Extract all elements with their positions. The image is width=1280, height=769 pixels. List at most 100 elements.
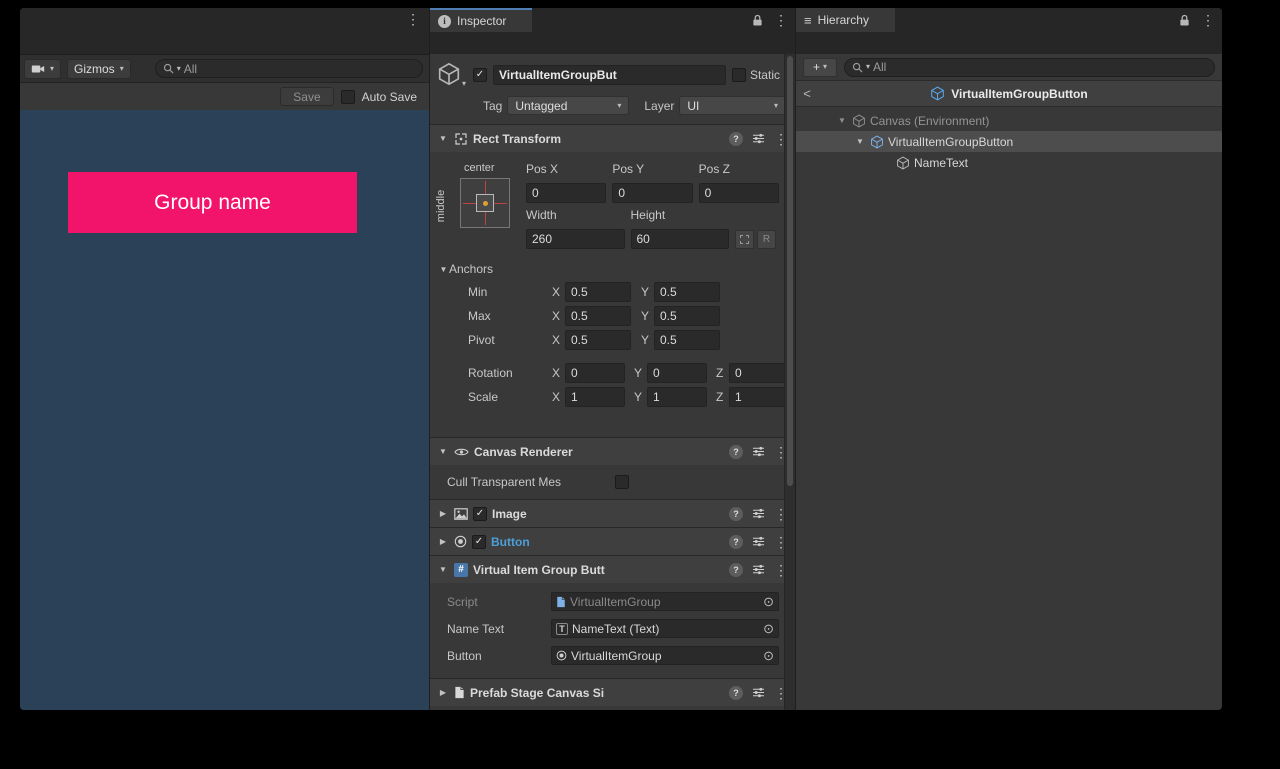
scrollbar-thumb[interactable] bbox=[787, 56, 793, 486]
chevron-down-icon: ▾ bbox=[617, 102, 621, 110]
width-field[interactable] bbox=[526, 229, 625, 249]
object-picker-icon[interactable]: ⊙ bbox=[763, 595, 774, 608]
height-field[interactable] bbox=[631, 229, 730, 249]
script-component-header[interactable]: ▼ # Virtual Item Group Butt ? ⋮ bbox=[430, 556, 795, 583]
pos-x-field[interactable] bbox=[526, 183, 606, 203]
object-name-field[interactable] bbox=[493, 65, 726, 85]
button-enabled-checkbox[interactable]: ✓ bbox=[472, 535, 486, 549]
rect-transform-header[interactable]: ▼ Rect Transform ? ⋮ bbox=[430, 125, 795, 152]
scene-search-input[interactable]: ▾ All bbox=[155, 59, 423, 78]
hierarchy-menu-kebab-icon[interactable]: ⋮ bbox=[1201, 13, 1215, 27]
rotation-x-field[interactable] bbox=[565, 363, 625, 383]
scale-x-field[interactable] bbox=[565, 387, 625, 407]
scale-z-field[interactable] bbox=[729, 387, 789, 407]
y-axis-label: Y bbox=[641, 333, 654, 347]
tab-hierarchy[interactable]: ≡ Hierarchy bbox=[796, 8, 895, 32]
active-checkbox[interactable]: ✓ bbox=[473, 68, 487, 82]
canvas-renderer-header[interactable]: ▼ Canvas Renderer ? ⋮ bbox=[430, 438, 795, 465]
inspector-header: ▾ ✓ ✓ Static ▾ Tag Untagged ▾ Layer UI bbox=[430, 54, 795, 124]
image-enabled-checkbox[interactable]: ✓ bbox=[473, 507, 487, 521]
presets-icon[interactable] bbox=[752, 687, 765, 698]
foldout-open-icon[interactable]: ▼ bbox=[836, 116, 848, 125]
anchor-min-y-field[interactable] bbox=[654, 282, 720, 302]
prefab-stage-header[interactable]: ▶ Prefab Stage Canvas Si ? ⋮ bbox=[430, 679, 795, 706]
pivot-x-field[interactable] bbox=[565, 330, 631, 350]
prefab-root-title[interactable]: VirtualItemGroupButton bbox=[796, 86, 1222, 101]
help-icon[interactable]: ? bbox=[729, 563, 743, 577]
inspector-menu-kebab-icon[interactable]: ⋮ bbox=[774, 13, 788, 27]
name-text-object-field[interactable]: T NameText (Text) ⊙ bbox=[551, 619, 779, 638]
lock-icon[interactable] bbox=[752, 14, 763, 27]
cull-transparent-mesh-checkbox[interactable]: ✓ bbox=[615, 475, 629, 489]
presets-icon[interactable] bbox=[752, 564, 765, 575]
hierarchy-row-virtualitemgroupbutton[interactable]: ▼ VirtualItemGroupButton bbox=[796, 131, 1222, 152]
component-prefab-stage-canvas: ▶ Prefab Stage Canvas Si ? ⋮ bbox=[430, 678, 795, 706]
object-picker-icon[interactable]: ⊙ bbox=[763, 649, 774, 662]
draw-mode-dropdown[interactable]: ▾ bbox=[24, 59, 61, 79]
scale-label: Scale bbox=[468, 390, 552, 404]
foldout-open-icon[interactable]: ▼ bbox=[437, 447, 449, 456]
help-icon[interactable]: ? bbox=[729, 445, 743, 459]
rotation-y-field[interactable] bbox=[647, 363, 707, 383]
y-axis-label: Y bbox=[641, 309, 654, 323]
object-picker-icon[interactable]: ⊙ bbox=[763, 622, 774, 635]
script-object-field[interactable]: VirtualItemGroup ⊙ bbox=[551, 592, 779, 611]
tab-inspector[interactable]: i Inspector bbox=[430, 8, 532, 32]
blueprint-mode-button[interactable] bbox=[735, 230, 754, 249]
image-header[interactable]: ▶ ✓ Image ? ⋮ bbox=[430, 500, 795, 527]
foldout-closed-icon[interactable]: ▶ bbox=[437, 537, 449, 546]
pos-z-field[interactable] bbox=[699, 183, 779, 203]
help-icon[interactable]: ? bbox=[729, 686, 743, 700]
anchor-preset-widget[interactable] bbox=[460, 178, 510, 228]
help-icon[interactable]: ? bbox=[729, 535, 743, 549]
inspector-scrollbar[interactable] bbox=[784, 54, 795, 710]
component-title: Button bbox=[491, 535, 530, 549]
pivot-y-field[interactable] bbox=[654, 330, 720, 350]
chevron-down-icon: ▾ bbox=[50, 65, 54, 73]
button-header[interactable]: ▶ ✓ Button ? ⋮ bbox=[430, 528, 795, 555]
rect-transform-icon bbox=[454, 132, 468, 146]
anchor-min-x-field[interactable] bbox=[565, 282, 631, 302]
x-axis-label: X bbox=[552, 309, 565, 323]
anchors-label: Anchors bbox=[449, 262, 493, 276]
foldout-open-icon[interactable]: ▼ bbox=[437, 565, 449, 574]
raw-edit-mode-button[interactable]: R bbox=[757, 230, 776, 249]
gameobject-cube-icon[interactable]: ▾ bbox=[437, 62, 467, 88]
name-text-label: Name Text bbox=[447, 622, 551, 636]
scale-y-field[interactable] bbox=[647, 387, 707, 407]
create-object-button[interactable]: + ▾ bbox=[803, 58, 837, 77]
anchor-max-x-field[interactable] bbox=[565, 306, 631, 326]
rotation-z-field[interactable] bbox=[729, 363, 789, 383]
script-object-value: VirtualItemGroup bbox=[570, 595, 661, 609]
presets-icon[interactable] bbox=[752, 133, 765, 144]
foldout-open-icon[interactable]: ▼ bbox=[437, 134, 449, 143]
gizmos-dropdown[interactable]: Gizmos ▾ bbox=[67, 59, 131, 79]
hierarchy-search-input[interactable]: ▾ All bbox=[844, 58, 1215, 77]
button-object-field[interactable]: VirtualItemGroup ⊙ bbox=[551, 646, 779, 665]
scene-menu-kebab-icon[interactable]: ⋮ bbox=[406, 12, 420, 26]
group-name-button[interactable]: Group name bbox=[68, 172, 357, 233]
help-icon[interactable]: ? bbox=[729, 507, 743, 521]
layer-dropdown[interactable]: UI ▾ bbox=[679, 96, 786, 115]
anchor-max-y-field[interactable] bbox=[654, 306, 720, 326]
image-icon bbox=[454, 508, 468, 520]
help-icon[interactable]: ? bbox=[729, 132, 743, 146]
save-button[interactable]: Save bbox=[280, 87, 333, 106]
foldout-open-icon[interactable]: ▼ bbox=[438, 265, 449, 274]
foldout-closed-icon[interactable]: ▶ bbox=[437, 688, 449, 697]
presets-icon[interactable] bbox=[752, 536, 765, 547]
presets-icon[interactable] bbox=[752, 446, 765, 457]
foldout-closed-icon[interactable]: ▶ bbox=[437, 509, 449, 518]
tag-dropdown[interactable]: Untagged ▾ bbox=[507, 96, 629, 115]
auto-save-checkbox[interactable]: ✓ bbox=[341, 90, 355, 104]
hierarchy-row-nametext[interactable]: NameText bbox=[796, 152, 1222, 173]
foldout-open-icon[interactable]: ▼ bbox=[854, 137, 866, 146]
scene-canvas[interactable]: Group name bbox=[20, 110, 429, 710]
static-checkbox[interactable]: ✓ bbox=[732, 68, 746, 82]
lock-icon[interactable] bbox=[1179, 14, 1190, 27]
hierarchy-row-canvas[interactable]: ▼ Canvas (Environment) bbox=[796, 110, 1222, 131]
presets-icon[interactable] bbox=[752, 508, 765, 519]
pos-y-field[interactable] bbox=[612, 183, 692, 203]
prefab-save-bar: Save ✓ Auto Save bbox=[20, 82, 429, 110]
page-icon bbox=[454, 686, 465, 699]
